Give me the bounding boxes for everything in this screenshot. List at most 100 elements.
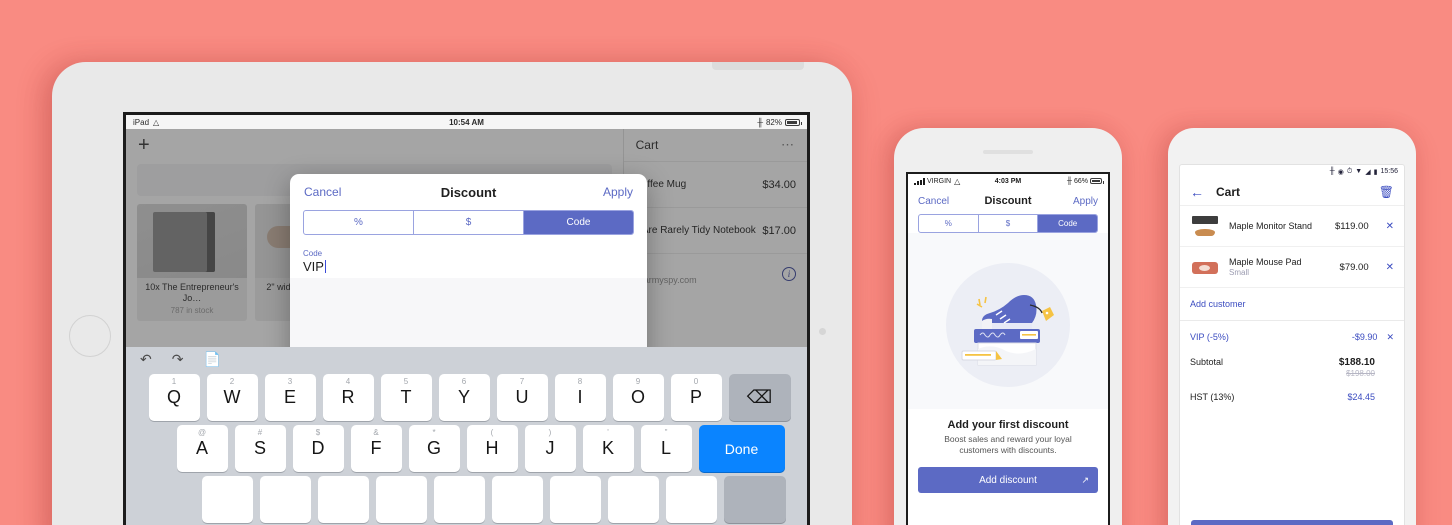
key-label: W [223, 387, 241, 407]
add-discount-button[interactable]: Add discount ↗ [918, 467, 1098, 493]
key-u[interactable]: 7U [496, 374, 548, 421]
key-label: S [253, 438, 266, 458]
battery-icon [785, 118, 802, 126]
key-p[interactable]: 0P [670, 374, 722, 421]
shift-key[interactable] [723, 476, 786, 523]
key-superscript: @ [197, 428, 207, 437]
key-w[interactable]: 2W [206, 374, 258, 421]
close-icon[interactable]: ✕ [1386, 332, 1394, 343]
ipad-front-camera [819, 328, 826, 335]
key-period[interactable] [665, 476, 717, 523]
tax-row: HST (13%) $24.45 [1190, 385, 1394, 409]
android-device: ╫ ◉ ⏱ ▼ ◢ ▮ 15:56 ← Cart 🗑 Maple Monitor… [1168, 128, 1416, 525]
key-comma[interactable] [607, 476, 659, 523]
battery-icon: ▮ [1373, 168, 1378, 176]
subtotal-original-value: $198.00 [1346, 369, 1375, 378]
segment-code[interactable]: Code [1038, 215, 1097, 232]
signal-icon: ◢ [1365, 168, 1371, 176]
key-label: K [601, 438, 614, 458]
key-a[interactable]: @ A [176, 425, 228, 472]
key-label: G [426, 438, 441, 458]
key-m[interactable] [549, 476, 601, 523]
code-field[interactable]: Code VIP [303, 249, 634, 280]
key-h[interactable]: (H [466, 425, 518, 472]
iphone-earpiece-speaker [983, 150, 1033, 154]
segment-code[interactable]: Code [524, 211, 633, 234]
trash-icon[interactable]: 🗑 [1379, 185, 1394, 199]
bluetooth-icon: ╫ [757, 117, 763, 127]
key-z[interactable] [201, 476, 253, 523]
key-j[interactable]: ) J [524, 425, 576, 472]
key-superscript: 9 [635, 377, 641, 386]
ipad-device: iPad △ 10:54 AM ╫ 82% + 10x The Entrepre… [52, 62, 852, 525]
key-superscript: 0 [693, 377, 699, 386]
close-icon[interactable]: ✕ [1386, 221, 1394, 232]
keyboard-toolbar: ↶ ↷ 📄 [126, 347, 807, 372]
done-button[interactable]: Done [698, 425, 785, 472]
tax-label: HST (13%) [1190, 392, 1235, 402]
key-superscript: * [432, 428, 436, 437]
ipad-top-notch [712, 62, 804, 70]
cart-item-price: $79.00 [1339, 261, 1369, 273]
key-k[interactable]: ' K [582, 425, 634, 472]
segment-percent[interactable]: % [919, 215, 979, 232]
android-nav-bar: ← Cart 🗑 [1180, 178, 1404, 206]
key-label: T [400, 387, 412, 407]
cart-item-name: Maple Monitor Stand [1229, 221, 1313, 231]
discount-label: VIP (-5%) [1190, 332, 1229, 342]
wifi-icon: ▼ [1355, 168, 1363, 175]
segment-amount[interactable]: $ [979, 215, 1039, 232]
status-time: 15:56 [1380, 168, 1398, 175]
key-n[interactable] [491, 476, 543, 523]
backspace-icon[interactable]: ⌫ [728, 374, 791, 421]
key-e[interactable]: 3E [264, 374, 316, 421]
tax-value: $24.45 [1347, 392, 1375, 402]
key-s[interactable]: # S [234, 425, 286, 472]
redo-icon[interactable]: ↷ [172, 351, 184, 368]
iphone-status-bar: VIRGIN △ 4:03 PM ╫ 66% [908, 174, 1108, 188]
key-d[interactable]: $ D [292, 425, 344, 472]
keyboard-row-1: 1Q 2W 3E 4R 5T 6Y 7U 8I 9O 0P ⌫ [126, 372, 807, 423]
segment-percent[interactable]: % [304, 211, 414, 234]
undo-icon[interactable]: ↶ [140, 351, 152, 368]
close-icon[interactable]: ✕ [1386, 262, 1394, 273]
subtotal-label: Subtotal [1190, 357, 1224, 367]
battery-icon [1090, 178, 1104, 184]
key-label: F [370, 438, 382, 458]
bluetooth-icon: ╫ [1329, 168, 1335, 175]
modal-title: Discount [440, 184, 497, 200]
segment-amount[interactable]: $ [414, 211, 524, 234]
code-field-value[interactable]: VIP [303, 259, 324, 274]
code-field-label: Code [303, 249, 323, 258]
cart-line-item[interactable]: Maple Monitor Stand $119.00 ✕ [1180, 206, 1404, 247]
key-i[interactable]: 8I [554, 374, 606, 421]
key-label: A [195, 438, 208, 458]
key-q[interactable]: 1Q [148, 374, 200, 421]
status-time: 10:54 AM [449, 117, 484, 127]
back-arrow-icon[interactable]: ← [1190, 184, 1204, 200]
key-superscript: & [373, 428, 379, 437]
key-superscript: 1 [171, 377, 177, 386]
key-b[interactable] [433, 476, 485, 523]
cart-line-item[interactable]: Maple Mouse Pad Small $79.00 ✕ [1180, 247, 1404, 288]
charge-button[interactable]: CHARGE $212.55 [1191, 520, 1393, 525]
add-customer-button[interactable]: Add customer [1180, 288, 1404, 321]
key-label: I [577, 387, 583, 407]
key-superscript: 3 [287, 377, 293, 386]
key-r[interactable]: 4R [322, 374, 374, 421]
key-o[interactable]: 9O [612, 374, 664, 421]
key-superscript: " [664, 428, 668, 437]
key-c[interactable] [317, 476, 369, 523]
key-g[interactable]: * G [408, 425, 460, 472]
modal-header: Cancel Discount Apply [290, 174, 647, 210]
key-label: O [630, 387, 645, 407]
key-y[interactable]: 6Y [438, 374, 490, 421]
ipad-home-button[interactable] [69, 315, 111, 357]
key-t[interactable]: 5T [380, 374, 432, 421]
paste-icon[interactable]: 📄 [203, 351, 220, 368]
key-x[interactable] [259, 476, 311, 523]
key-v[interactable] [375, 476, 427, 523]
key-l[interactable]: " L [640, 425, 692, 472]
empty-state-illustration-area [908, 233, 1108, 409]
key-f[interactable]: & F [350, 425, 402, 472]
